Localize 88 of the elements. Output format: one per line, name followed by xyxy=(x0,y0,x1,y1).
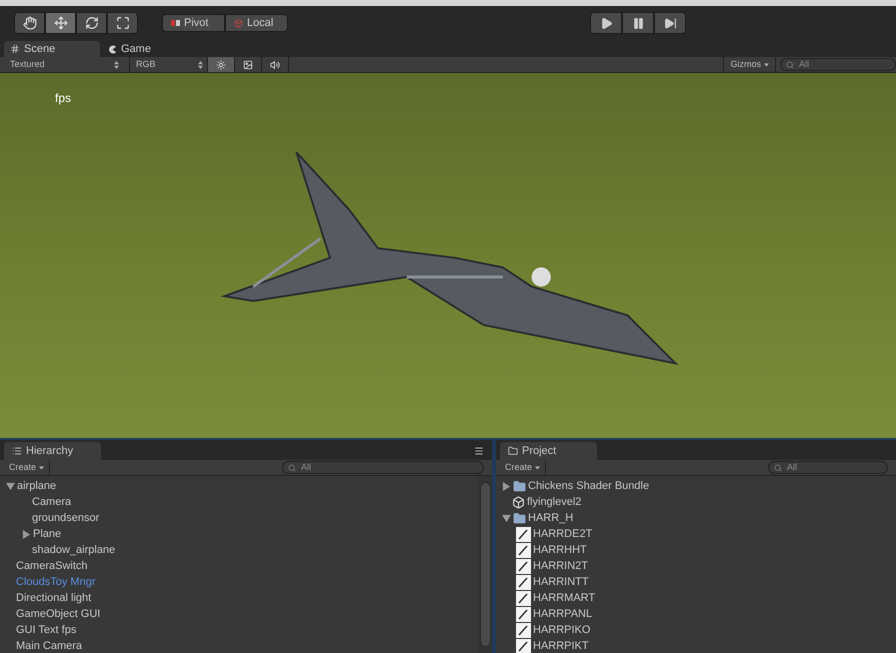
caret-icon xyxy=(535,466,540,470)
texture-thumbnail-icon xyxy=(516,606,531,622)
hierarchy-item[interactable]: Plane xyxy=(33,526,62,542)
tool-button[interactable] xyxy=(107,12,138,34)
project-item[interactable]: HARRMART xyxy=(533,590,596,606)
view-tab[interactable]: Game xyxy=(102,41,198,57)
project-item[interactable]: HARRPIKT xyxy=(533,638,589,653)
texture-thumbnail-icon xyxy=(516,574,531,590)
project-item[interactable]: Chickens Shader Bundle xyxy=(528,478,650,494)
fps-label: fps xyxy=(55,90,72,107)
create-dropdown[interactable]: Create xyxy=(500,460,546,475)
hierarchy-item[interactable]: GameObject GUI xyxy=(16,606,100,622)
tool-button[interactable] xyxy=(76,12,107,34)
search-icon xyxy=(786,61,794,69)
pacman-icon xyxy=(108,44,117,54)
project-item[interactable]: HARRPIKO xyxy=(533,622,590,638)
project-item[interactable]: HARRHHT xyxy=(533,542,587,558)
folder-icon xyxy=(508,446,518,456)
create-dropdown[interactable]: Create xyxy=(4,460,50,475)
play-icon xyxy=(600,16,612,30)
expanded-arrow-icon[interactable] xyxy=(502,514,511,522)
project-item[interactable]: HARRPANL xyxy=(533,606,592,622)
panel-tab[interactable]: Hierarchy xyxy=(4,442,101,460)
hierarchy-item[interactable]: airplane xyxy=(17,478,56,494)
texture-thumbnail-icon xyxy=(516,558,531,574)
project-item[interactable]: HARRIN2T xyxy=(533,558,588,574)
playback-button[interactable] xyxy=(654,12,686,34)
hierarchy-item[interactable]: Directional light xyxy=(16,590,92,606)
caret-icon xyxy=(39,466,44,470)
folder-icon xyxy=(513,480,526,492)
expanded-arrow-icon[interactable] xyxy=(6,482,15,490)
scale-icon xyxy=(116,16,130,30)
gizmos-dropdown[interactable]: Gizmos xyxy=(723,57,776,72)
move-icon xyxy=(54,16,68,30)
step-icon xyxy=(664,16,676,30)
scrollbar-thumb[interactable] xyxy=(480,482,490,647)
tool-button[interactable] xyxy=(14,12,45,34)
scrollbar[interactable] xyxy=(478,476,492,653)
texture-thumbnail-icon xyxy=(516,542,531,558)
texture-thumbnail-icon xyxy=(516,526,531,542)
caret-icon xyxy=(764,62,769,66)
list-icon xyxy=(12,446,22,456)
speaker-icon xyxy=(270,60,280,70)
pause-icon xyxy=(632,16,644,30)
grid-icon xyxy=(10,44,20,54)
cube-icon xyxy=(234,18,243,28)
project-item[interactable]: flyinglevel2 xyxy=(527,494,582,510)
hierarchy-item[interactable]: GUI Text fps xyxy=(16,622,76,638)
hierarchy-item[interactable]: CameraSwitch xyxy=(16,558,88,574)
rotate-icon xyxy=(84,16,98,30)
tool-button[interactable] xyxy=(45,12,76,34)
folder-icon xyxy=(513,512,526,524)
hierarchy-item[interactable]: groundsensor xyxy=(32,510,100,526)
collapsed-arrow-icon[interactable] xyxy=(502,482,511,490)
scene-toggle[interactable] xyxy=(208,57,235,72)
pivot-mode-button[interactable]: Pivot xyxy=(162,14,225,32)
up-down-arrows-icon xyxy=(198,60,203,68)
search-icon xyxy=(288,464,296,472)
search-field[interactable]: All xyxy=(768,461,888,474)
texture-thumbnail-icon xyxy=(516,622,531,638)
hierarchy-item[interactable]: Camera xyxy=(32,494,72,510)
sun-icon xyxy=(216,60,226,70)
collapsed-arrow-icon[interactable] xyxy=(22,530,31,538)
image-icon xyxy=(243,60,253,70)
project-item[interactable]: HARRDE2T xyxy=(533,526,592,542)
pivot-mode-button[interactable]: Local xyxy=(225,14,288,32)
hierarchy-item[interactable]: Main Camera xyxy=(16,638,82,653)
playback-button[interactable] xyxy=(590,12,622,34)
project-item[interactable]: HARR_H xyxy=(528,510,574,526)
search-field[interactable]: All xyxy=(780,58,896,71)
render-mode-dropdown[interactable]: Textured xyxy=(0,57,130,72)
scene-viewport[interactable]: fps xyxy=(0,73,896,438)
pivot-icon xyxy=(171,19,180,27)
hierarchy-item[interactable]: CloudsToy Mngr xyxy=(16,574,96,590)
panel-tab[interactable]: Project xyxy=(500,442,597,460)
scene-icon xyxy=(512,496,525,508)
panel-title: Project xyxy=(522,444,556,459)
panel-title: Hierarchy xyxy=(26,444,74,459)
view-tab[interactable]: Scene xyxy=(4,41,100,57)
up-down-arrows-icon xyxy=(114,60,119,68)
hand-icon xyxy=(22,16,36,30)
texture-thumbnail-icon xyxy=(516,590,531,606)
search-field[interactable]: All xyxy=(282,461,484,474)
menu-icon[interactable] xyxy=(474,446,484,456)
playback-button[interactable] xyxy=(622,12,654,34)
search-icon xyxy=(774,464,782,472)
project-item[interactable]: HARRINTT xyxy=(533,574,589,590)
hierarchy-item[interactable]: shadow_airplane xyxy=(32,542,116,558)
